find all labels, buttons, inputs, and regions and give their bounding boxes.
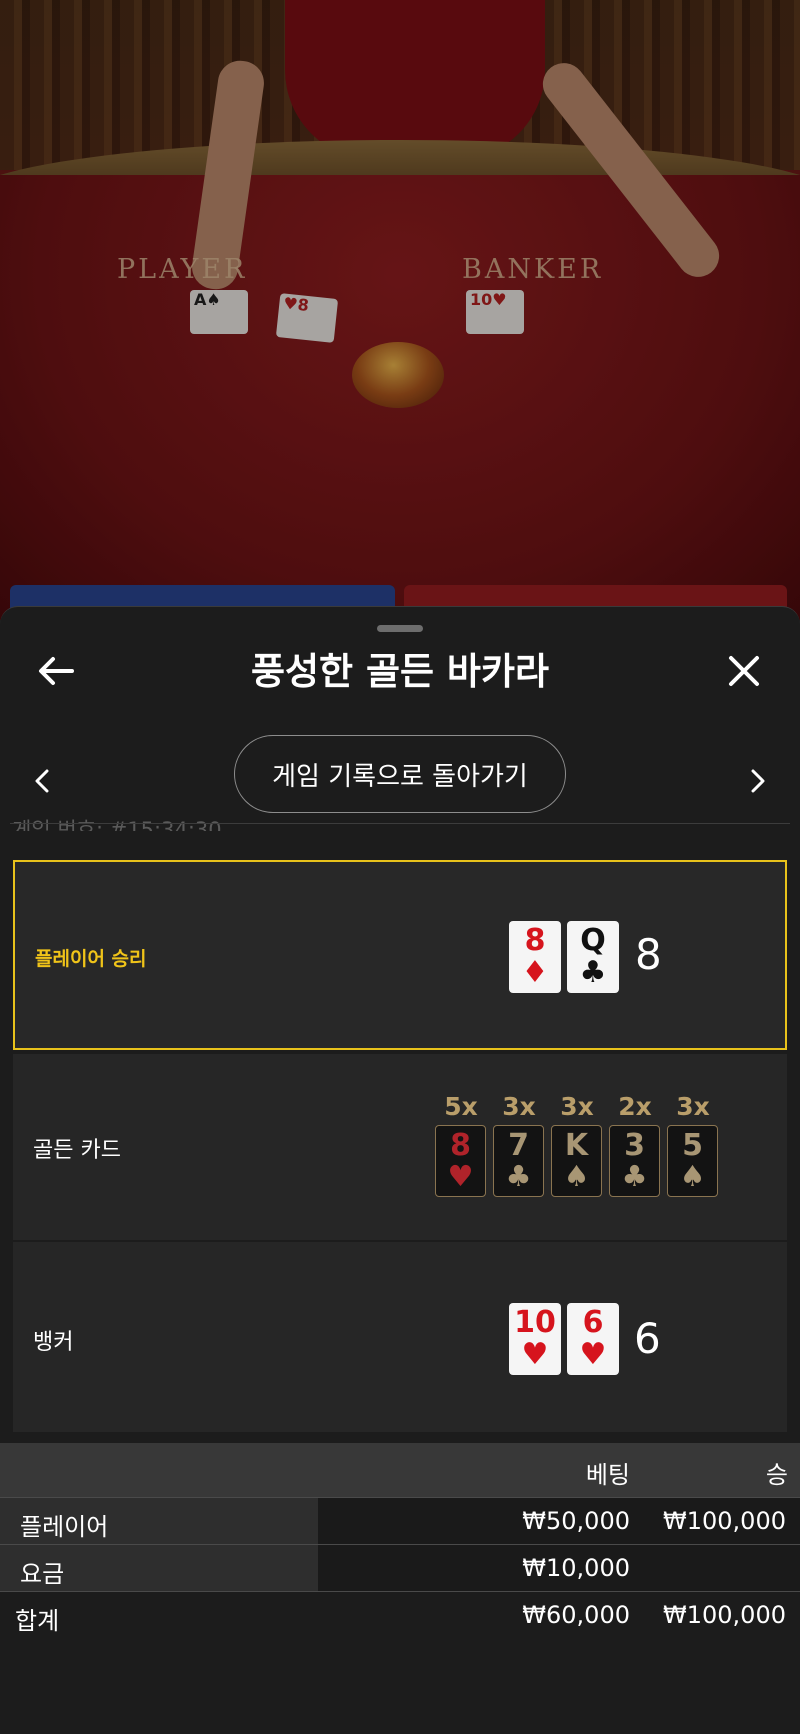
total-win: ₩100,000 [663, 1601, 786, 1629]
live-video-feed: PLAYER BANKER A♠ ♥8 10♥ [0, 0, 800, 620]
card-rank: K [564, 1128, 589, 1163]
bets-table-header: 베팅 승 [0, 1443, 800, 1497]
card-rank: Q [580, 923, 606, 958]
golden-card: 7 ♣ [493, 1125, 544, 1197]
back-to-history-button[interactable]: 게임 기록으로 돌아가기 [234, 735, 566, 813]
total-row: 합계 ₩60,000 ₩100,000 [0, 1591, 800, 1638]
golden-multiplier: 3x [676, 1092, 710, 1121]
golden-card: 5 ♠ [667, 1125, 718, 1197]
club-icon: ♣ [505, 1159, 532, 1193]
card-rank: 5 [682, 1128, 703, 1163]
banker-card-1: 10 ♥ [509, 1303, 561, 1375]
game-history-sheet: 풍성한 골든 바카라 게임 기록으로 돌아가기 게임 번호: #15:34:30… [0, 606, 800, 1734]
win-column-header: 승 [765, 1461, 788, 1489]
golden-cards-label: 골든 카드 [33, 1138, 121, 1163]
table-row: 플레이어 ₩50,000 ₩100,000 [0, 1497, 800, 1544]
card-rank: 8 [524, 923, 546, 958]
bet-column-header: 베팅 [585, 1461, 630, 1489]
close-icon [729, 656, 759, 686]
result-label: 플레이어 승리 [35, 948, 147, 970]
back-button[interactable] [30, 645, 82, 697]
player-card-2: Q ♣ [567, 921, 619, 993]
heart-icon: ♥ [521, 1337, 549, 1372]
total-label: 합계 [15, 1607, 60, 1635]
row-name: 요금 [20, 1560, 65, 1588]
player-result-panel: 플레이어 승리 8 ♦ Q ♣ 8 [13, 860, 787, 1050]
player-score: 8 [635, 930, 662, 979]
golden-multiplier: 3x [502, 1092, 536, 1121]
golden-card: 3 ♣ [609, 1125, 660, 1197]
heart-icon: ♥ [447, 1159, 474, 1193]
banker-result-panel: 뱅커 10 ♥ 6 ♥ 6 [13, 1242, 787, 1432]
heart-icon: ♥ [579, 1337, 607, 1372]
next-round-button[interactable] [738, 757, 778, 805]
card-rank: 6 [582, 1305, 604, 1340]
card-rank: 10 [514, 1305, 556, 1340]
player-card-1: 8 ♦ [509, 921, 561, 993]
diamond-icon: ♦ [521, 955, 549, 990]
card-rank: 3 [624, 1128, 645, 1163]
table-row: 요금 ₩10,000 [0, 1544, 800, 1591]
banker-card-2: 6 ♥ [567, 1303, 619, 1375]
golden-card: 8 ♥ [435, 1125, 486, 1197]
card-rank: 8 [450, 1128, 471, 1163]
drag-handle[interactable] [377, 625, 423, 632]
result-label: 뱅커 [33, 1330, 74, 1355]
card-rank: 7 [508, 1128, 529, 1163]
golden-multiplier: 2x [618, 1092, 652, 1121]
spade-icon: ♠ [563, 1159, 590, 1193]
chevron-left-icon [35, 769, 49, 793]
chevron-right-icon [751, 769, 765, 793]
golden-card: K ♠ [551, 1125, 602, 1197]
round-id-text: 게임 번호: #15:34:30 [12, 818, 222, 831]
banker-score: 6 [634, 1314, 661, 1363]
arrow-left-icon [39, 657, 74, 685]
club-icon: ♣ [579, 955, 607, 990]
club-icon: ♣ [621, 1159, 648, 1193]
row-win: ₩100,000 [663, 1507, 786, 1535]
golden-multiplier: 5x [444, 1092, 478, 1121]
close-button[interactable] [718, 645, 770, 697]
golden-cards-panel: 골든 카드 5x 8 ♥ 3x 7 ♣ 3x K ♠ 2x 3 ♣ 3x 5 ♠ [13, 1054, 787, 1240]
divider [10, 823, 790, 824]
page-title: 풍성한 골든 바카라 [250, 650, 550, 693]
spade-icon: ♠ [679, 1159, 706, 1193]
row-name: 플레이어 [20, 1513, 109, 1541]
row-bet: ₩10,000 [522, 1554, 630, 1582]
previous-round-button[interactable] [22, 757, 62, 805]
golden-multiplier: 3x [560, 1092, 594, 1121]
